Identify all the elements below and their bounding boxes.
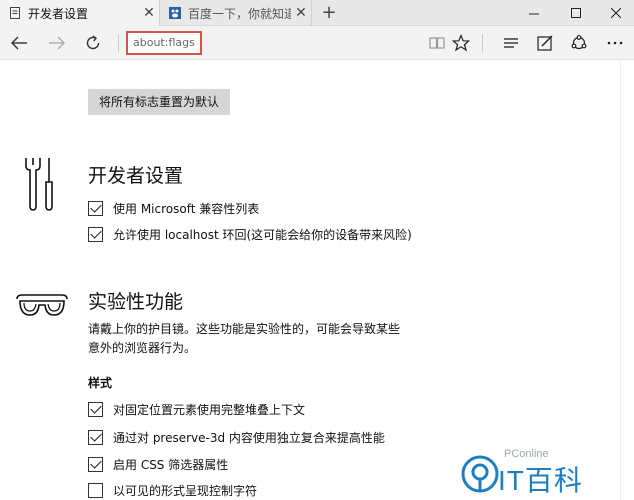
description-line: 意外的浏览器行为。 [88,341,197,355]
pconline-logo-icon [460,454,500,494]
checkbox[interactable] [88,226,103,242]
share-button[interactable] [566,30,592,56]
close-icon[interactable]: ✕ [139,5,159,21]
arrow-left-icon [11,36,27,50]
option-label: 使用 Microsoft 兼容性列表 [113,201,260,216]
option-preserve-3d[interactable]: 通过对 preserve-3d 内容使用独立复合来提高性能 [88,428,385,446]
divider [482,34,483,52]
page-content: 将所有标志重置为默认 开发者设置 使用 Microsoft 兼容性列表 允许使用… [0,60,620,500]
more-button[interactable] [602,30,628,56]
reset-flags-button[interactable]: 将所有标志重置为默认 [88,89,230,115]
tab-bar: 开发者设置 ✕ 百度一下，你就知道 ✕ + [0,0,634,26]
address-bar[interactable]: about:flags [126,31,202,55]
checkbox[interactable] [88,429,103,445]
tab-title: 开发者设置 [28,6,89,21]
favorite-button[interactable] [448,30,474,56]
option-label: 对固定位置元素使用完整堆叠上下文 [113,402,306,417]
web-note-button[interactable] [532,30,558,56]
developer-settings-heading: 开发者设置 [88,165,184,187]
minimize-button[interactable] [516,0,552,26]
star-icon [452,34,470,52]
back-button[interactable] [6,30,32,56]
close-icon [611,8,621,18]
checkbox[interactable] [88,456,103,472]
new-tab-button[interactable]: + [318,0,340,26]
option-label: 允许使用 localhost 环回(这可能会给你的设备带来风险) [113,227,412,242]
option-label: 启用 CSS 筛选器属性 [113,457,229,472]
tab-baidu[interactable]: 百度一下，你就知道 ✕ [160,0,312,26]
style-subheading: 样式 [88,376,113,390]
minimize-icon [529,13,539,15]
watermark-logo: PConline IT百科 [460,446,610,496]
navigation-bar: about:flags [0,26,634,60]
tab-developer-settings[interactable]: 开发者设置 ✕ [0,0,160,26]
refresh-icon [86,35,100,50]
checkbox[interactable] [88,482,103,498]
description-line: 请戴上你的护目镜。这些功能是实验性的，可能会导致某些 [88,322,401,336]
option-ms-compat-list[interactable]: 使用 Microsoft 兼容性列表 [88,199,259,217]
window-close-button[interactable] [598,0,634,26]
hub-button[interactable] [498,30,524,56]
goggles-icon [14,291,70,325]
checkbox[interactable] [88,200,103,216]
more-dots-icon [607,41,623,45]
experimental-description: 请戴上你的护目镜。这些功能是实验性的，可能会导致某些 意外的浏览器行为。 [88,320,408,358]
option-label: 以可见的形式呈现控制字符 [113,483,258,498]
page-icon [8,6,22,20]
watermark-big-text: IT百科 [498,465,583,496]
tab-title: 百度一下，你就知道 [188,6,291,21]
hub-icon [504,38,518,48]
option-fixed-position-stacking[interactable]: 对固定位置元素使用完整堆叠上下文 [88,400,305,418]
maximize-icon [571,8,581,18]
option-control-characters[interactable]: 以可见的形式呈现控制字符 [88,481,257,499]
tools-icon [22,156,58,216]
option-localhost-loopback[interactable]: 允许使用 localhost 环回(这可能会给你的设备带来风险) [88,225,412,243]
divider [118,34,119,52]
option-label: 通过对 preserve-3d 内容使用独立复合来提高性能 [113,430,385,445]
maximize-button[interactable] [558,0,594,26]
book-icon [429,37,445,49]
reading-view-button[interactable] [424,30,450,56]
experimental-features-heading: 实验性功能 [88,291,184,313]
baidu-icon [168,6,182,20]
forward-button[interactable] [44,30,70,56]
refresh-button[interactable] [80,30,106,56]
option-css-filter[interactable]: 启用 CSS 筛选器属性 [88,455,228,473]
arrow-right-icon [49,36,65,50]
pen-note-icon [537,35,553,51]
scrollbar[interactable] [620,60,634,500]
share-icon [571,35,587,50]
checkbox[interactable] [88,401,103,417]
close-icon[interactable]: ✕ [291,5,311,21]
